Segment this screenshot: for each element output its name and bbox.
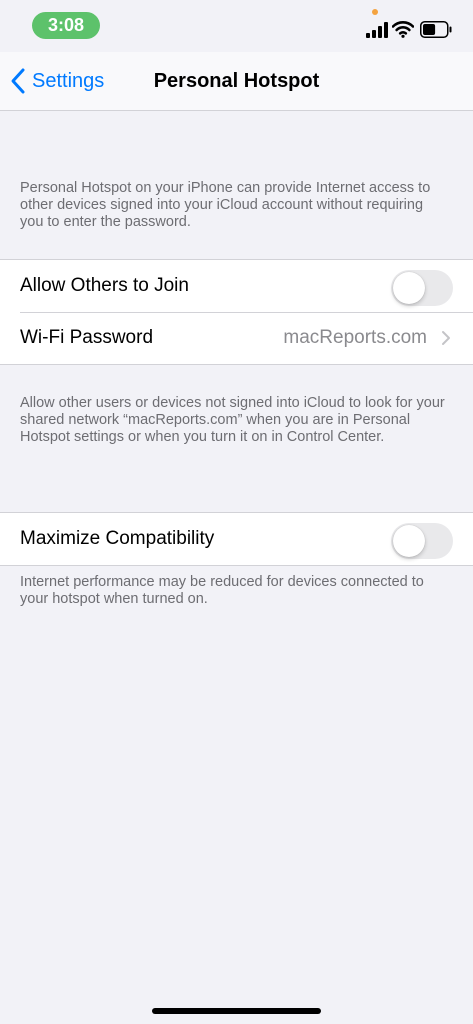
chevron-right-icon [442,331,450,345]
battery-level-fill [423,24,436,35]
maximize-compatibility-row: Maximize Compatibility [0,513,473,565]
battery-icon [420,21,452,38]
status-bar: 3:08 [0,0,473,52]
sharing-settings-group: Allow Others to Join Wi-Fi Password macR… [0,259,473,365]
allow-others-row: Allow Others to Join [0,260,473,312]
toggle-knob [393,525,425,557]
wifi-password-row[interactable]: Wi-Fi Password macReports.com [0,312,473,364]
privacy-indicator-dot [372,9,378,15]
wifi-password-value: macReports.com [283,327,427,348]
compatibility-description: Internet performance may be reduced for … [20,574,424,607]
home-indicator[interactable] [152,1008,321,1014]
intro-description: Personal Hotspot on your iPhone can prov… [20,180,431,230]
toggle-knob [393,272,425,304]
navigation-bar: Settings Personal Hotspot [0,52,473,111]
compatibility-settings-group: Maximize Compatibility [0,512,473,566]
cellular-signal-icon [366,22,388,38]
maximize-compatibility-toggle[interactable] [391,523,453,559]
allow-others-toggle[interactable] [391,270,453,306]
sharing-description: Allow other users or devices not signed … [20,395,445,445]
wifi-icon [392,21,414,38]
page-title: Personal Hotspot [153,70,320,92]
status-time-pill[interactable]: 3:08 [32,12,100,39]
wifi-password-label: Wi-Fi Password [20,327,154,348]
